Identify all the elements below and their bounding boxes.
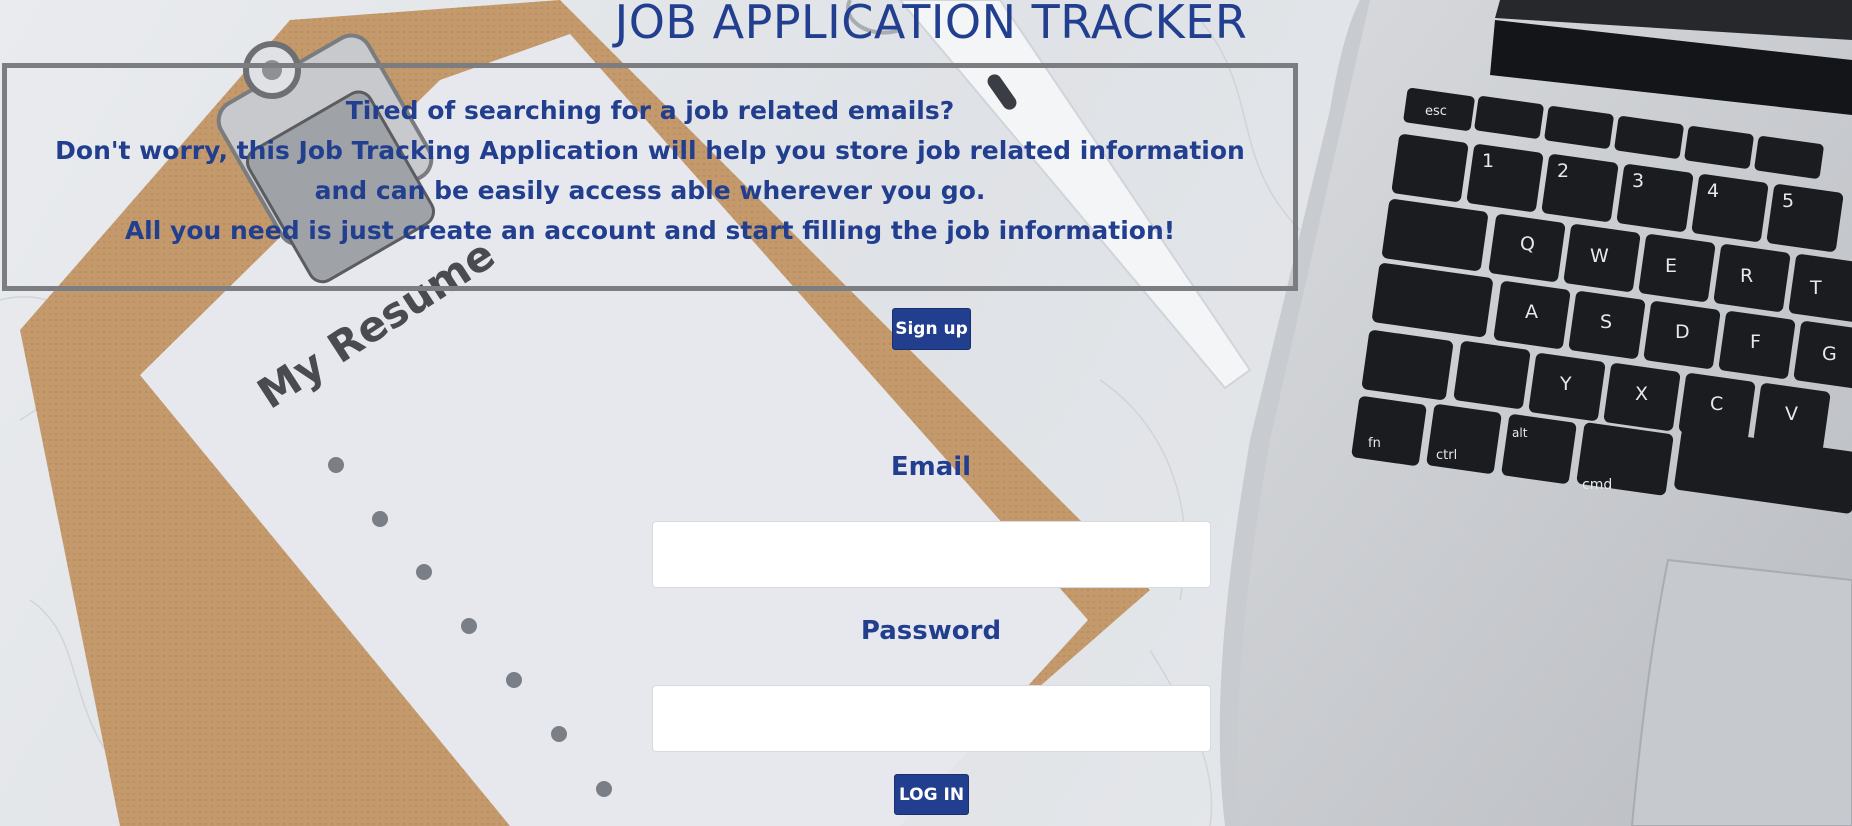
intro-line-3: All you need is just create an account a… [124, 216, 1176, 245]
key-label-f: F [1750, 331, 1761, 353]
key-label-q: Q [1520, 233, 1535, 255]
password-field[interactable] [652, 685, 1211, 752]
email-label: Email [890, 452, 972, 482]
signup-button[interactable]: Sign up [892, 308, 971, 350]
login-button[interactable]: LOG IN [894, 774, 969, 815]
key-label-fn: fn [1368, 436, 1381, 451]
key-label-t: T [1809, 277, 1822, 299]
key-label-3: 3 [1632, 170, 1644, 192]
key-label-r: R [1740, 265, 1753, 287]
page-title: JOB APPLICATION TRACKER [614, 0, 1248, 49]
key-label-d: D [1675, 321, 1690, 343]
key-label-e: E [1665, 255, 1677, 277]
email-field[interactable] [652, 521, 1211, 588]
key-label-5: 5 [1782, 190, 1794, 212]
key-label-y: Y [1559, 373, 1572, 395]
password-label: Password [860, 616, 1002, 646]
key-label-esc: esc [1425, 104, 1447, 119]
key-label-a: A [1525, 301, 1538, 323]
intro-box: Tired of searching for a job related ema… [2, 63, 1298, 291]
key-label-4: 4 [1707, 180, 1719, 202]
intro-line-2: Don't worry, this Job Tracking Applicati… [55, 136, 1245, 205]
key-label-x: X [1635, 383, 1648, 405]
key-label-g: G [1822, 343, 1837, 365]
intro-line-1: Tired of searching for a job related ema… [345, 96, 955, 125]
key-label-alt: alt [1512, 426, 1528, 440]
key-label-s: S [1600, 311, 1612, 333]
key-label-v: V [1785, 403, 1798, 425]
key-label-c: C [1710, 393, 1723, 415]
key-label-w: W [1590, 245, 1609, 267]
laptop-image: esc 1 2 3 4 5 Q W E R T A S D F G Y X C … [1219, 0, 1852, 826]
key-label-1: 1 [1482, 150, 1494, 172]
key-label-2: 2 [1557, 160, 1569, 182]
